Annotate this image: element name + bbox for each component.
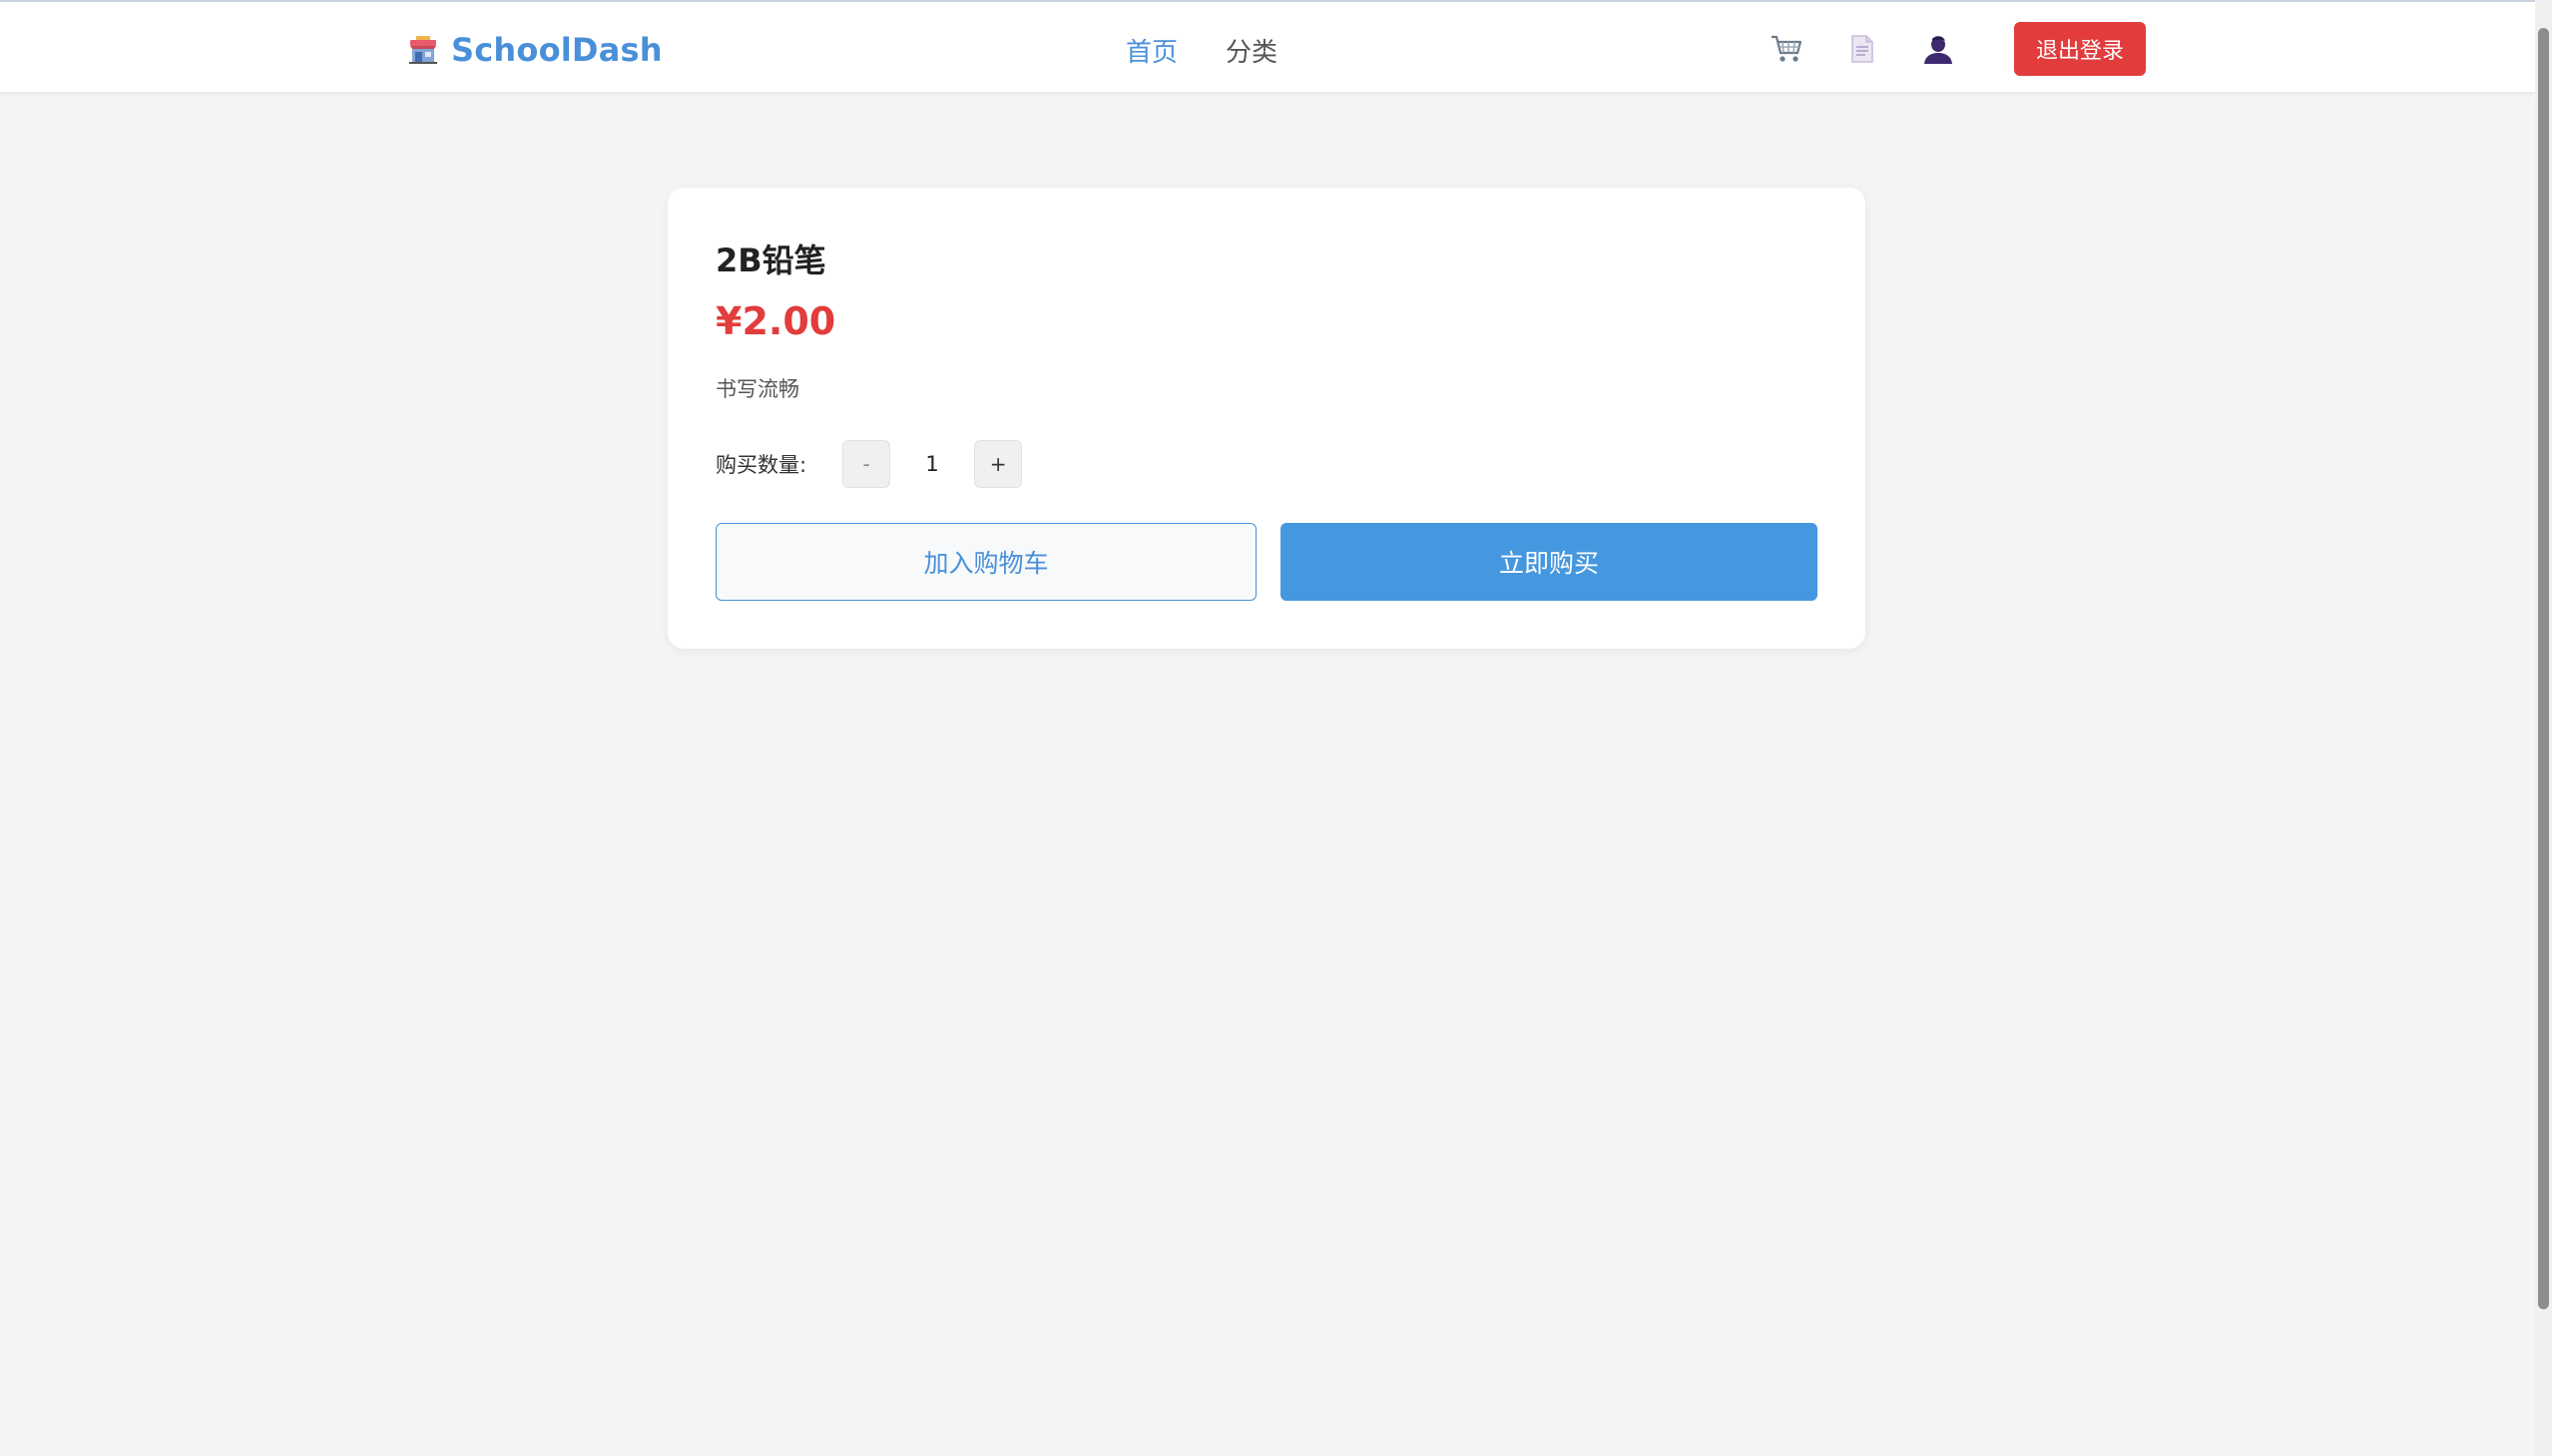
quantity-selector: 购买数量: - + [716,439,1023,489]
purchase-actions: 加入购物车 立即购买 [716,523,1817,601]
buy-now-button[interactable]: 立即购买 [1280,523,1817,601]
product-detail-card: 2B铅笔 ¥2.00 书写流畅 购买数量: - + 加入购物车 立即购买 [668,188,1865,649]
brand-name: SchoolDash [451,31,663,69]
quantity-input[interactable] [890,452,975,476]
main-nav: 首页 分类 [1126,30,1277,70]
order-document-icon[interactable] [1842,29,1882,69]
user-icon[interactable] [1918,29,1958,69]
product-name: 2B铅笔 [716,242,826,279]
product-price: ¥2.00 [716,299,836,343]
product-description: 书写流畅 [716,377,799,401]
nav-categories[interactable]: 分类 [1226,32,1277,69]
quantity-increase-button[interactable]: + [974,440,1023,488]
cart-icon[interactable] [1767,29,1806,69]
logout-button[interactable]: 退出登录 [2014,22,2146,76]
top-navbar: SchoolDash 首页 分类 退出登录 [0,0,2535,92]
header-tools: 退出登录 [1767,22,2146,76]
scrollbar-thumb[interactable] [2538,28,2549,1309]
quantity-label: 购买数量: [716,453,807,477]
nav-home[interactable]: 首页 [1126,32,1178,69]
logo-link[interactable]: SchoolDash [407,30,663,70]
page: SchoolDash 首页 分类 退出登录 2B铅笔 ¥2.00 书写流畅 购买… [0,0,2552,1456]
quantity-decrease-button[interactable]: - [842,440,891,488]
vertical-scrollbar[interactable] [2535,0,2552,1456]
store-logo-icon [407,34,439,66]
add-to-cart-button[interactable]: 加入购物车 [716,523,1257,601]
